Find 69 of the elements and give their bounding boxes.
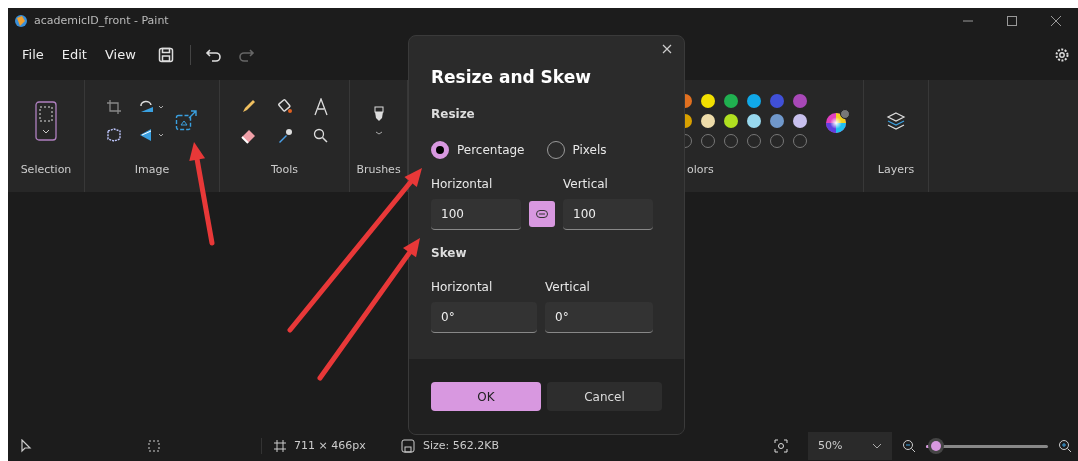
field-label: Horizontal <box>431 278 494 296</box>
flip-icon[interactable] <box>139 128 165 142</box>
menu-item[interactable]: View <box>98 41 142 69</box>
input-field[interactable]: 100 <box>563 198 653 230</box>
zoom-value: 50% <box>818 437 843 454</box>
settings-icon[interactable] <box>1054 47 1070 63</box>
input-field[interactable]: 0° <box>431 301 537 333</box>
layers-icon[interactable] <box>886 111 906 131</box>
color-swatch[interactable] <box>747 94 761 108</box>
brush-icon[interactable] <box>371 106 386 136</box>
color-swatch[interactable] <box>770 114 784 128</box>
input-field[interactable]: 100 <box>431 198 521 230</box>
ok-button[interactable]: OK <box>431 382 541 411</box>
color-wheel-icon[interactable] <box>825 108 851 134</box>
resize-icon[interactable] <box>175 110 197 132</box>
save-icon[interactable] <box>157 47 174 63</box>
field-label: Vertical <box>563 175 609 193</box>
selection-size-icon <box>148 440 160 452</box>
chevron-icon <box>872 443 882 449</box>
text-icon[interactable] <box>312 98 329 116</box>
zoom-dropdown[interactable]: 50% <box>808 432 892 460</box>
crop-icon[interactable] <box>107 100 121 114</box>
group-label: Brushes <box>356 162 401 178</box>
group-label: Image <box>134 162 170 178</box>
undo-icon[interactable] <box>204 47 223 63</box>
window-title: academicID_front - Paint <box>34 12 169 29</box>
dialog-title: Resize and Skew <box>431 66 592 89</box>
input-field[interactable]: 0° <box>545 301 653 333</box>
close-icon[interactable] <box>662 44 672 54</box>
zoom-in-icon[interactable] <box>1058 439 1072 453</box>
eraser-icon[interactable] <box>240 128 257 144</box>
color-swatch[interactable] <box>701 114 715 128</box>
cancel-button[interactable]: Cancel <box>547 382 662 411</box>
color-swatch[interactable] <box>724 114 738 128</box>
link-icon <box>536 210 548 218</box>
color-swatch[interactable] <box>770 94 784 108</box>
canvas-dimensions: 711 × 466px <box>294 437 366 454</box>
field-label: Horizontal <box>431 175 494 193</box>
color-swatch[interactable] <box>793 114 807 128</box>
rotate-icon[interactable] <box>139 100 165 114</box>
zoom-out-icon[interactable] <box>902 439 916 453</box>
file-size-icon <box>401 439 415 453</box>
file-size: Size: 562.2KB <box>423 437 500 454</box>
color-swatch[interactable] <box>701 94 715 108</box>
color-swatch[interactable] <box>747 114 761 128</box>
slider-thumb[interactable] <box>927 438 944 454</box>
selection-tool-icon[interactable] <box>35 101 57 141</box>
fill-icon[interactable] <box>276 98 293 114</box>
section-heading: Skew <box>431 244 468 262</box>
zoom-slider[interactable] <box>926 438 1048 454</box>
group-label: Selection <box>20 162 72 178</box>
app-icon <box>14 14 28 28</box>
radio-option[interactable]: Pixels <box>546 140 607 159</box>
group-label: Layers <box>877 162 915 178</box>
pointer-icon <box>20 439 32 453</box>
radio-option[interactable]: Percentage <box>431 140 525 159</box>
pencil-icon[interactable] <box>240 98 257 114</box>
group-label: Tools <box>270 162 299 178</box>
color-swatch[interactable] <box>793 94 807 108</box>
link-button[interactable] <box>529 201 555 227</box>
magnifier-icon[interactable] <box>312 128 329 144</box>
menu-item[interactable]: Edit <box>55 41 93 69</box>
color-swatch[interactable] <box>724 94 738 108</box>
group-label: olors <box>687 162 714 178</box>
section-heading: Resize <box>431 105 476 123</box>
field-label: Vertical <box>545 278 591 296</box>
redo-icon <box>236 47 255 63</box>
fit-to-window-icon[interactable] <box>774 439 788 453</box>
menu-item[interactable]: File <box>16 41 50 69</box>
